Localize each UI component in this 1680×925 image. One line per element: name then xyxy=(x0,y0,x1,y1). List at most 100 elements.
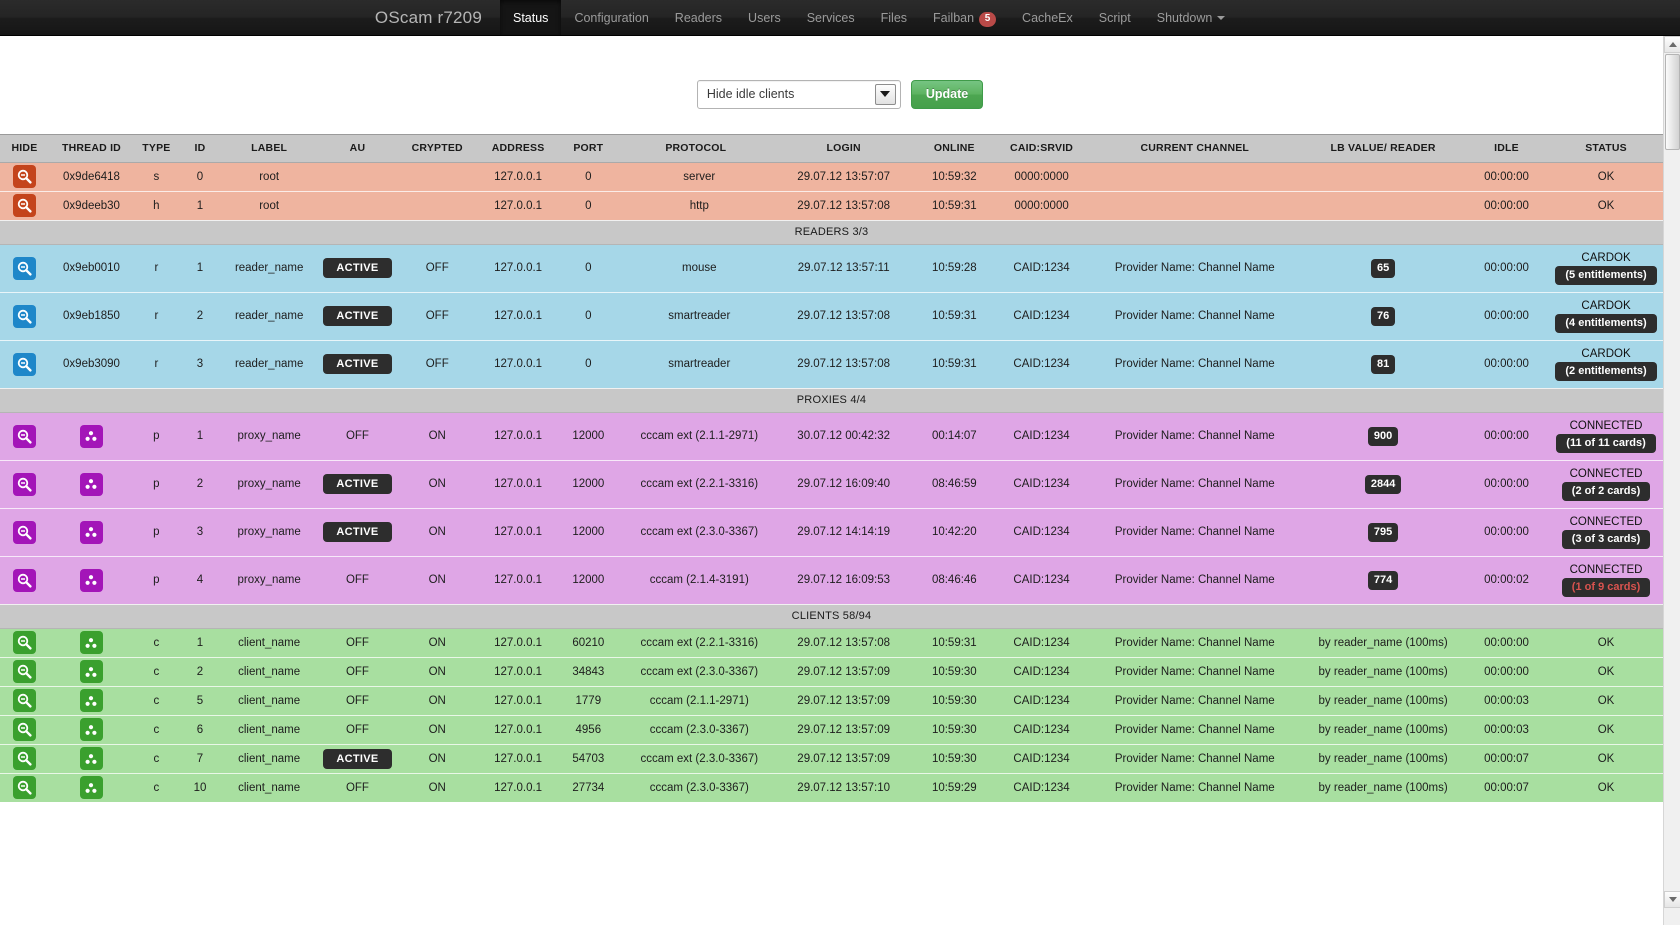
zoom-in-icon[interactable] xyxy=(12,352,36,376)
radiation-icon[interactable] xyxy=(79,631,103,654)
radiation-icon[interactable] xyxy=(79,520,103,544)
zoom-out-icon[interactable] xyxy=(12,165,36,188)
column-header-port: PORT xyxy=(559,135,618,163)
client-filter-select[interactable]: Hide idle clients xyxy=(696,79,901,109)
thread-id-cell: 0x9eb0010 xyxy=(48,244,135,293)
zoom-in-icon[interactable] xyxy=(12,718,36,741)
table-row[interactable]: p 2 proxy_name ACTIVE ON 127.0.0.1 12000 cccam … xyxy=(0,460,1663,509)
update-button[interactable]: Update xyxy=(910,79,984,109)
zoom-in-icon[interactable] xyxy=(12,256,36,280)
chevron-down-icon[interactable] xyxy=(874,83,896,105)
zoom-in-icon[interactable] xyxy=(12,304,36,328)
address-cell: 127.0.0.1 xyxy=(476,744,560,774)
protocol-cell: cccam ext (2.2.1-3316) xyxy=(617,628,775,658)
au-active-badge: ACTIVE xyxy=(323,474,392,494)
caid-srvid-cell: CAID:1234 xyxy=(995,412,1088,461)
nav-item-configuration[interactable]: Configuration xyxy=(561,0,661,35)
hide-cell xyxy=(0,508,49,557)
idle-cell: 00:00:00 xyxy=(1463,340,1550,389)
section-title: READERS 3/3 xyxy=(0,220,1663,245)
zoom-in-icon[interactable] xyxy=(12,660,36,683)
scroll-up-arrow-icon[interactable] xyxy=(1664,36,1680,53)
address-cell: 127.0.0.1 xyxy=(476,162,560,192)
status-cell: OK xyxy=(1549,628,1663,658)
table-row[interactable]: 0x9eb3090 r 3 reader_name ACTIVE OFF 127.0.0.1… xyxy=(0,340,1663,389)
nav-item-users[interactable]: Users xyxy=(735,0,794,35)
radiation-icon[interactable] xyxy=(79,689,103,712)
zoom-in-icon[interactable] xyxy=(12,472,36,496)
table-row[interactable]: c 10 client_name OFF ON 127.0.0.1 27734 cccam (… xyxy=(0,773,1663,803)
caid-srvid-cell: CAID:1234 xyxy=(995,773,1088,803)
column-header-lb-value-reader: LB VALUE/ READER xyxy=(1302,135,1464,163)
nav-item-cacheex[interactable]: CacheEx xyxy=(1009,0,1086,35)
radiation-icon[interactable] xyxy=(79,568,103,592)
radiation-icon[interactable] xyxy=(79,776,103,799)
status-cell: CARDOK (2 entitlements) xyxy=(1549,340,1663,389)
nav-item-files[interactable]: Files xyxy=(868,0,920,35)
table-row[interactable]: 0x9deeb30 h 1 root 127.0.0.1 0 http 29.07.12 13… xyxy=(0,191,1663,221)
online-cell: 10:59:31 xyxy=(912,292,996,341)
table-row[interactable]: c 5 client_name OFF ON 127.0.0.1 1779 cccam (2.… xyxy=(0,686,1663,716)
lb-value-cell: by reader_name (100ms) xyxy=(1302,773,1464,803)
vertical-scrollbar[interactable] xyxy=(1663,36,1680,925)
zoom-in-icon[interactable] xyxy=(12,631,36,654)
label-cell: client_name xyxy=(221,686,318,716)
type-cell: c xyxy=(134,773,179,803)
status-detail-badge: (5 entitlements) xyxy=(1555,266,1657,286)
zoom-out-icon[interactable] xyxy=(12,194,36,217)
port-cell: 0 xyxy=(559,340,618,389)
scrollbar-thumb[interactable] xyxy=(1665,54,1680,150)
table-row[interactable]: p 1 proxy_name OFF ON 127.0.0.1 12000 cccam ext… xyxy=(0,412,1663,461)
table-row[interactable]: 0x9eb0010 r 1 reader_name ACTIVE OFF 127.0.0.1… xyxy=(0,244,1663,293)
zoom-in-icon[interactable] xyxy=(12,520,36,544)
table-row[interactable]: 0x9de6418 s 0 root 127.0.0.1 0 server 29.07.12 … xyxy=(0,162,1663,192)
online-cell: 00:14:07 xyxy=(912,412,996,461)
radiation-icon[interactable] xyxy=(79,660,103,683)
lb-value-cell: by reader_name (100ms) xyxy=(1302,715,1464,745)
type-cell: r xyxy=(134,292,179,341)
zoom-in-icon[interactable] xyxy=(12,689,36,712)
caid-srvid-cell: CAID:1234 xyxy=(995,556,1088,605)
scroll-down-arrow-icon[interactable] xyxy=(1664,891,1680,908)
nav-item-label: Readers xyxy=(674,11,723,25)
nav-item-shutdown[interactable]: Shutdown xyxy=(1144,0,1239,35)
current-channel-cell: Provider Name: Channel Name xyxy=(1087,508,1303,557)
au-cell xyxy=(317,162,398,192)
table-row[interactable]: p 3 proxy_name ACTIVE ON 127.0.0.1 12000 cccam … xyxy=(0,508,1663,557)
status-cell: CARDOK (4 entitlements) xyxy=(1549,292,1663,341)
thread-id-cell xyxy=(48,508,135,557)
scrollbar-track[interactable] xyxy=(1664,151,1680,891)
table-row[interactable]: c 1 client_name OFF ON 127.0.0.1 60210 cccam ex… xyxy=(0,628,1663,658)
type-cell: s xyxy=(134,162,179,192)
nav-item-readers[interactable]: Readers xyxy=(662,0,735,35)
table-row[interactable]: p 4 proxy_name OFF ON 127.0.0.1 12000 cccam (2.… xyxy=(0,556,1663,605)
status-cell: CONNECTED (11 of 11 cards) xyxy=(1549,412,1663,461)
address-cell: 127.0.0.1 xyxy=(476,340,560,389)
hide-cell xyxy=(0,162,49,192)
nav-item-script[interactable]: Script xyxy=(1086,0,1144,35)
radiation-icon[interactable] xyxy=(79,472,103,496)
zoom-in-icon[interactable] xyxy=(12,568,36,592)
top-navbar: OScam r7209 Status Configuration Readers Us… xyxy=(0,0,1680,36)
zoom-in-icon[interactable] xyxy=(12,424,36,448)
table-row[interactable]: c 6 client_name OFF ON 127.0.0.1 4956 cccam (2.… xyxy=(0,715,1663,745)
radiation-icon[interactable] xyxy=(79,424,103,448)
table-row[interactable]: c 2 client_name OFF ON 127.0.0.1 34843 cccam ex… xyxy=(0,657,1663,687)
nav-item-services[interactable]: Services xyxy=(794,0,868,35)
table-row[interactable]: c 7 client_name ACTIVE ON 127.0.0.1 54703 cccam… xyxy=(0,744,1663,774)
radiation-icon[interactable] xyxy=(79,718,103,741)
type-cell: p xyxy=(134,556,179,605)
radiation-icon[interactable] xyxy=(79,747,103,770)
table-row[interactable]: 0x9eb1850 r 2 reader_name ACTIVE OFF 127.0.0.1… xyxy=(0,292,1663,341)
zoom-in-icon[interactable] xyxy=(12,776,36,799)
nav-item-status[interactable]: Status xyxy=(500,0,562,35)
zoom-in-icon[interactable] xyxy=(12,747,36,770)
status-badge: CONNECTED (11 of 11 cards) xyxy=(1550,419,1662,454)
label-cell: client_name xyxy=(221,744,318,774)
status-badge: CARDOK (5 entitlements) xyxy=(1550,251,1662,286)
nav-item-failban[interactable]: Failban 5 xyxy=(920,0,1009,35)
online-cell: 10:59:30 xyxy=(912,715,996,745)
current-channel-cell: Provider Name: Channel Name xyxy=(1087,244,1303,293)
hide-cell xyxy=(0,715,49,745)
id-cell: 1 xyxy=(178,244,222,293)
